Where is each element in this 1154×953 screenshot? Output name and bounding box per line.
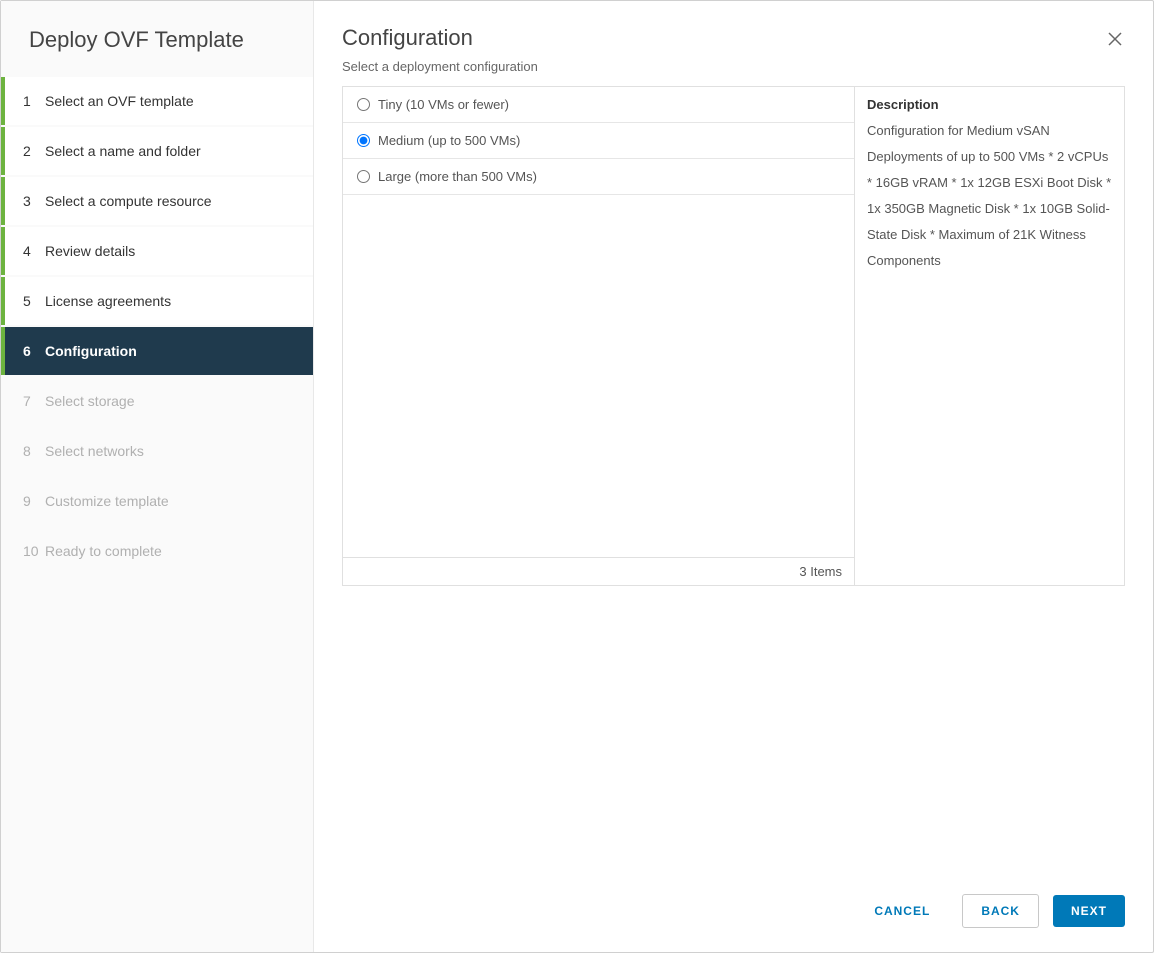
step-label: Select storage bbox=[45, 393, 135, 409]
wizard-step: 7Select storage bbox=[1, 377, 313, 425]
configuration-content: Tiny (10 VMs or fewer) Medium (up to 500 … bbox=[342, 86, 1125, 586]
wizard-sidebar: Deploy OVF Template 1Select an OVF templ… bbox=[1, 1, 314, 952]
config-radio[interactable] bbox=[357, 98, 370, 111]
wizard-steps: 1Select an OVF template2Select a name an… bbox=[1, 77, 313, 575]
step-number: 7 bbox=[23, 393, 45, 409]
step-label: Select an OVF template bbox=[45, 93, 194, 109]
page-subtitle: Select a deployment configuration bbox=[342, 59, 1125, 74]
main-pane: Configuration Select a deployment config… bbox=[314, 1, 1153, 952]
configuration-options: Tiny (10 VMs or fewer) Medium (up to 500 … bbox=[343, 87, 854, 585]
wizard-step[interactable]: 1Select an OVF template bbox=[1, 77, 313, 125]
wizard-title: Deploy OVF Template bbox=[1, 1, 313, 77]
wizard-step: 8Select networks bbox=[1, 427, 313, 475]
step-number: 1 bbox=[23, 93, 45, 109]
step-number: 5 bbox=[23, 293, 45, 309]
next-button[interactable]: NEXT bbox=[1053, 895, 1125, 927]
items-count-footer: 3 Items bbox=[343, 557, 854, 585]
step-number: 2 bbox=[23, 143, 45, 159]
description-header: Description bbox=[867, 97, 1112, 112]
cancel-button[interactable]: CANCEL bbox=[856, 895, 948, 927]
step-label: Select a name and folder bbox=[45, 143, 201, 159]
step-label: Configuration bbox=[45, 343, 137, 359]
deploy-ovf-dialog: Deploy OVF Template 1Select an OVF templ… bbox=[0, 0, 1154, 953]
step-label: Customize template bbox=[45, 493, 169, 509]
step-label: Select a compute resource bbox=[45, 193, 212, 209]
step-label: Review details bbox=[45, 243, 135, 259]
step-label: Ready to complete bbox=[45, 543, 162, 559]
config-radio[interactable] bbox=[357, 134, 370, 147]
wizard-step[interactable]: 5License agreements bbox=[1, 277, 313, 325]
wizard-step: 9Customize template bbox=[1, 477, 313, 525]
step-number: 9 bbox=[23, 493, 45, 509]
config-option-label: Tiny (10 VMs or fewer) bbox=[378, 97, 509, 112]
step-number: 4 bbox=[23, 243, 45, 259]
step-number: 3 bbox=[23, 193, 45, 209]
config-option-label: Large (more than 500 VMs) bbox=[378, 169, 537, 184]
wizard-step[interactable]: 3Select a compute resource bbox=[1, 177, 313, 225]
step-label: Select networks bbox=[45, 443, 144, 459]
wizard-footer: CANCEL BACK NEXT bbox=[314, 876, 1153, 952]
description-body: Configuration for Medium vSAN Deployment… bbox=[867, 118, 1112, 274]
config-option[interactable]: Large (more than 500 VMs) bbox=[343, 159, 854, 195]
close-icon[interactable] bbox=[1101, 25, 1129, 53]
wizard-step: 10Ready to complete bbox=[1, 527, 313, 575]
config-option[interactable]: Tiny (10 VMs or fewer) bbox=[343, 87, 854, 123]
wizard-step[interactable]: 2Select a name and folder bbox=[1, 127, 313, 175]
back-button[interactable]: BACK bbox=[962, 894, 1039, 928]
description-panel: Description Configuration for Medium vSA… bbox=[854, 87, 1124, 585]
page-title: Configuration bbox=[342, 25, 1125, 51]
wizard-step[interactable]: 6Configuration bbox=[1, 327, 313, 375]
config-radio[interactable] bbox=[357, 170, 370, 183]
step-number: 8 bbox=[23, 443, 45, 459]
step-label: License agreements bbox=[45, 293, 171, 309]
config-option[interactable]: Medium (up to 500 VMs) bbox=[343, 123, 854, 159]
config-option-label: Medium (up to 500 VMs) bbox=[378, 133, 520, 148]
wizard-step[interactable]: 4Review details bbox=[1, 227, 313, 275]
main-content: Configuration Select a deployment config… bbox=[314, 1, 1153, 876]
step-number: 10 bbox=[23, 543, 45, 559]
step-number: 6 bbox=[23, 343, 45, 359]
